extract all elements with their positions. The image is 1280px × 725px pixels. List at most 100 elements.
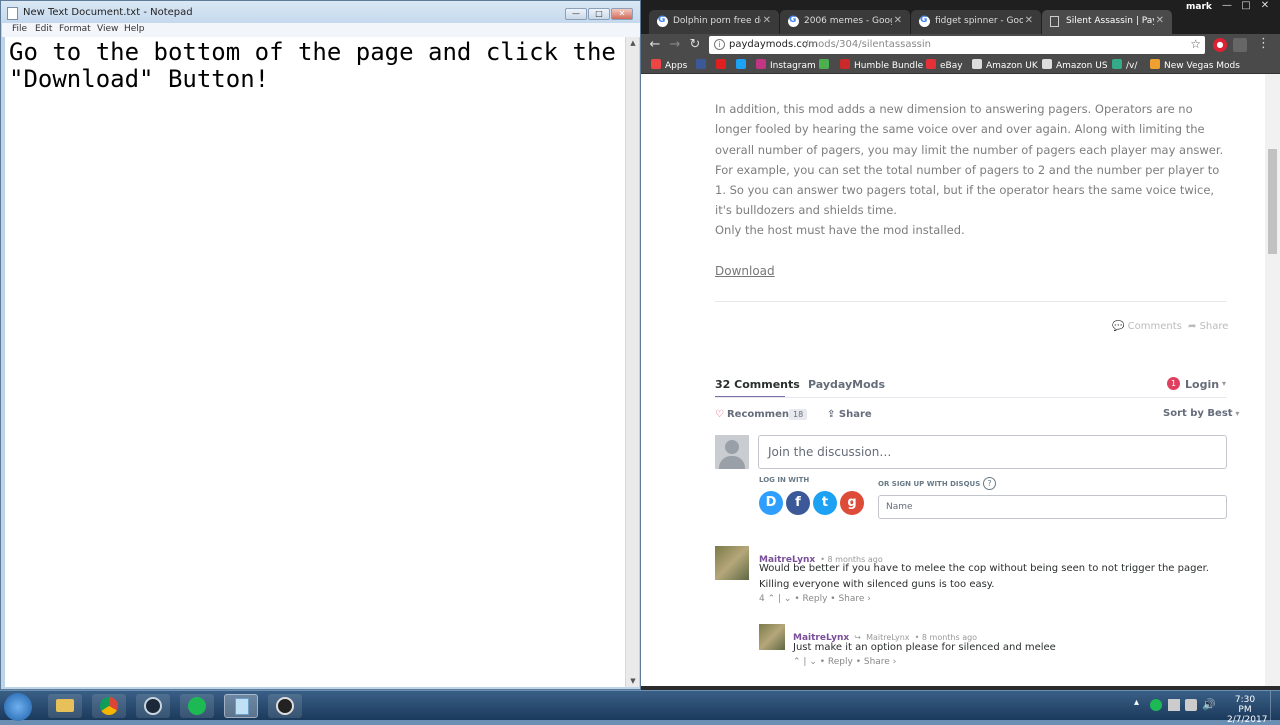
close-tab-icon[interactable]: ✕: [894, 15, 902, 26]
notification-badge[interactable]: 1: [1167, 377, 1180, 390]
chevron-down-icon[interactable]: ▾: [1222, 379, 1226, 388]
youtube-icon: [716, 59, 726, 69]
close-tab-icon[interactable]: ✕: [763, 15, 771, 26]
tab-community[interactable]: PaydayMods: [808, 378, 885, 391]
share-link[interactable]: Share ›: [864, 657, 896, 667]
spotify-icon[interactable]: [180, 694, 214, 718]
back-arrow-icon[interactable]: ←: [647, 37, 663, 53]
obs-icon[interactable]: [268, 694, 302, 718]
bookmark-twitter[interactable]: [736, 59, 750, 72]
chrome-icon[interactable]: [92, 694, 126, 718]
close-tab-icon[interactable]: ✕: [1025, 15, 1033, 26]
browser-tab[interactable]: Dolphin porn free dow ✕: [649, 10, 779, 34]
help-icon[interactable]: ?: [983, 477, 996, 490]
close-tab-icon[interactable]: ✕: [1156, 15, 1164, 26]
reply-link[interactable]: Reply: [803, 594, 828, 604]
comment-input[interactable]: Join the discussion…: [758, 435, 1227, 469]
notepad-editor[interactable]: Go to the bottom of the page and click t…: [5, 37, 625, 687]
scroll-down-arrow-icon[interactable]: ▼: [626, 677, 640, 685]
upvote-icon[interactable]: ⌃: [768, 594, 776, 604]
menu-icon[interactable]: ⋮: [1257, 36, 1270, 51]
microsoft-icon: [819, 59, 829, 69]
profile-name[interactable]: mark: [1186, 2, 1212, 12]
tray-icon[interactable]: [1168, 699, 1180, 711]
clock[interactable]: 7:30 PM 2/7/2017: [1227, 695, 1267, 725]
steam-icon[interactable]: [136, 694, 170, 718]
notepad-scrollbar[interactable]: ▲ ▼: [625, 37, 639, 687]
address-bar[interactable]: i paydaymods.com /mods/304/silentassassi…: [709, 36, 1205, 54]
minimize-button[interactable]: —: [565, 8, 587, 20]
network-icon[interactable]: [1185, 699, 1197, 711]
comments-action[interactable]: 💬 Comments: [1112, 321, 1182, 332]
volume-icon[interactable]: 🔊: [1202, 698, 1216, 711]
reply-link[interactable]: Reply: [828, 657, 853, 667]
bookmark-ebay[interactable]: eBay: [926, 59, 963, 72]
notepad-window: New Text Document.txt - Notepad — □ ✕ Fi…: [0, 0, 641, 690]
bookmark-facebook[interactable]: [696, 59, 710, 72]
start-button[interactable]: [4, 693, 32, 721]
show-desktop-button[interactable]: [1270, 691, 1280, 721]
bookmark-v[interactable]: /v/: [1112, 59, 1137, 72]
avatar: [715, 435, 749, 469]
bookmark-amazon-us[interactable]: Amazon US: [1042, 59, 1108, 72]
google-login-icon[interactable]: g: [840, 491, 864, 515]
bookmark-star-icon[interactable]: ☆: [1190, 37, 1201, 51]
notepad-titlebar[interactable]: New Text Document.txt - Notepad — □ ✕: [1, 1, 640, 25]
amazon-icon: [1042, 59, 1052, 69]
page-scrollbar[interactable]: [1265, 74, 1280, 686]
description-paragraph: In addition, this mod adds a new dimensi…: [715, 102, 1224, 218]
browser-tab-active[interactable]: Silent Assassin | Payda ✕: [1042, 10, 1172, 34]
downvote-icon[interactable]: ⌄: [784, 594, 792, 604]
bookmark-microsoft[interactable]: [819, 59, 833, 72]
avatar[interactable]: [715, 546, 749, 580]
bookmark-new-vegas[interactable]: New Vegas Mods: [1150, 59, 1240, 72]
download-link[interactable]: Download: [715, 264, 775, 278]
facebook-login-icon[interactable]: f: [786, 491, 810, 515]
sort-dropdown[interactable]: Sort by Best ▾: [1163, 408, 1239, 419]
reload-icon[interactable]: ↻: [687, 37, 703, 53]
login-button[interactable]: Login: [1185, 378, 1219, 391]
menu-format[interactable]: Format: [59, 24, 91, 34]
extension-icon[interactable]: ●: [1213, 38, 1227, 52]
notepad-icon: [7, 7, 18, 20]
minimize-icon[interactable]: —: [1218, 0, 1236, 14]
upvote-icon[interactable]: ⌃: [793, 657, 801, 667]
menu-view[interactable]: View: [97, 24, 118, 34]
chrome-window: Dolphin porn free dow ✕ 2006 memes - Goo…: [641, 0, 1280, 690]
menu-file[interactable]: File: [12, 24, 27, 34]
bookmark-apps[interactable]: Apps: [651, 59, 687, 72]
disqus-login-icon[interactable]: D: [759, 491, 783, 515]
maximize-button[interactable]: □: [588, 8, 610, 20]
recommend-button[interactable]: ♡ Recommend: [715, 409, 796, 420]
browser-tab[interactable]: fidget spinner - Googl ✕: [911, 10, 1041, 34]
info-icon[interactable]: i: [714, 39, 725, 50]
maximize-icon[interactable]: □: [1237, 0, 1255, 14]
scroll-thumb[interactable]: [1268, 149, 1277, 254]
menu-help[interactable]: Help: [124, 24, 145, 34]
browser-tab[interactable]: 2006 memes - Google ✕: [780, 10, 910, 34]
tab-comments[interactable]: 32 Comments: [715, 378, 800, 391]
page-viewport: In addition, this mod adds a new dimensi…: [641, 74, 1265, 686]
name-input[interactable]: Name: [878, 495, 1227, 519]
explorer-icon[interactable]: [48, 694, 82, 718]
menu-edit[interactable]: Edit: [35, 24, 52, 34]
share-button[interactable]: ⇪ Share: [827, 409, 872, 420]
forward-arrow-icon[interactable]: →: [667, 37, 683, 53]
downvote-icon[interactable]: ⌄: [809, 657, 817, 667]
close-button[interactable]: ✕: [611, 8, 633, 20]
bookmark-instagram[interactable]: Instagram: [756, 59, 816, 72]
bookmark-humble[interactable]: Humble Bundle: [840, 59, 923, 72]
bookmark-amazon-uk[interactable]: Amazon UK: [972, 59, 1038, 72]
extension-icon[interactable]: [1233, 38, 1247, 52]
notepad-icon[interactable]: [224, 694, 258, 718]
bookmark-youtube[interactable]: [716, 59, 730, 72]
share-link[interactable]: Share ›: [838, 594, 870, 604]
heart-icon: ♡: [715, 409, 724, 420]
share-action[interactable]: ➦ Share: [1188, 321, 1228, 332]
show-hidden-icons[interactable]: ▴: [1134, 697, 1139, 708]
spotify-tray-icon[interactable]: [1150, 699, 1162, 711]
avatar[interactable]: [759, 624, 785, 650]
close-icon[interactable]: ✕: [1256, 0, 1274, 14]
scroll-up-arrow-icon[interactable]: ▲: [626, 39, 640, 47]
twitter-login-icon[interactable]: t: [813, 491, 837, 515]
